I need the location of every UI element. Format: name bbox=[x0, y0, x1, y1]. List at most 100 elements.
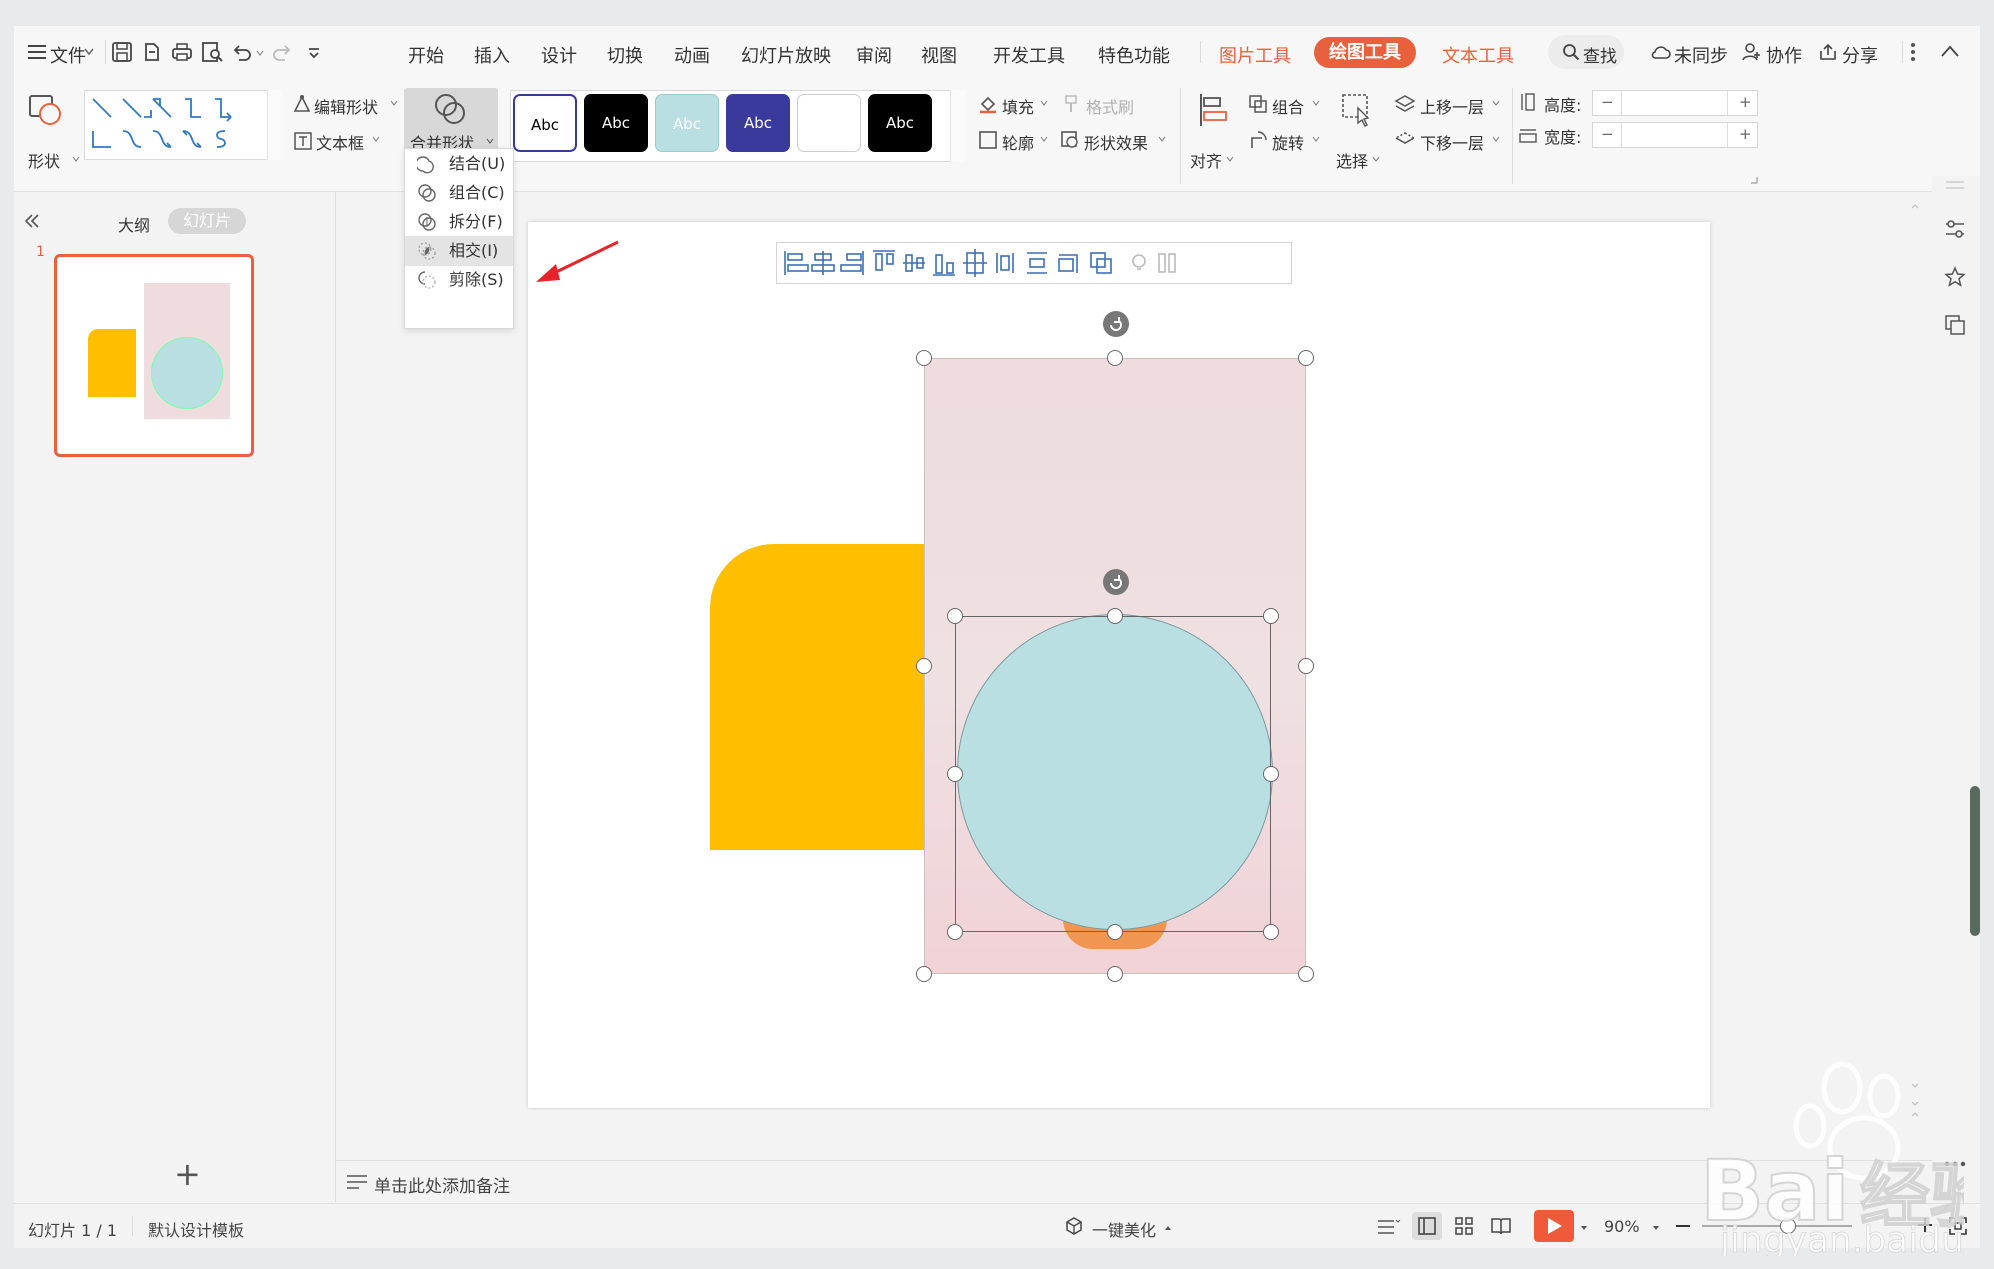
normal-view-button[interactable] bbox=[1412, 1212, 1442, 1240]
shape-effect-dropdown-icon[interactable] bbox=[1158, 136, 1166, 142]
line-shape-gallery[interactable] bbox=[84, 90, 282, 160]
output-icon[interactable] bbox=[140, 40, 164, 64]
reading-view-icon[interactable] bbox=[1490, 1216, 1512, 1236]
resize-handle[interactable] bbox=[947, 608, 963, 624]
tab-picture-tools[interactable]: 图片工具 bbox=[1219, 42, 1291, 68]
side-widget[interactable] bbox=[1970, 786, 1980, 936]
customize-toolbar-icon[interactable] bbox=[302, 40, 326, 64]
style-swatch-light-blue[interactable]: Abc bbox=[655, 94, 719, 152]
collapse-panel-icon[interactable] bbox=[24, 214, 40, 228]
rotate-button[interactable]: 旋转 bbox=[1272, 130, 1304, 154]
height-increment[interactable]: + bbox=[1739, 93, 1752, 111]
fit-window-icon[interactable] bbox=[1948, 1216, 1968, 1236]
hamburger-icon[interactable] bbox=[28, 44, 46, 60]
tab-view[interactable]: 视图 bbox=[921, 42, 957, 68]
sidebar-more-icon[interactable] bbox=[1944, 1160, 1966, 1168]
beautify-dropdown-icon[interactable] bbox=[1164, 1225, 1172, 1231]
merge-fragment-item[interactable]: 拆分(F) bbox=[405, 207, 513, 237]
zoom-in-icon[interactable] bbox=[1916, 1216, 1934, 1234]
gallery-scroll[interactable] bbox=[267, 90, 282, 160]
tab-outline[interactable]: 大纲 bbox=[118, 212, 150, 236]
notes-placeholder[interactable]: 单击此处添加备注 bbox=[374, 1172, 510, 1197]
notes-bar[interactable]: 单击此处添加备注 bbox=[336, 1160, 1932, 1202]
height-spinner[interactable]: − + bbox=[1592, 90, 1758, 116]
bring-forward-button[interactable]: 上移一层 bbox=[1420, 94, 1484, 118]
resize-handle[interactable] bbox=[1107, 350, 1123, 366]
add-slide-button[interactable]: + bbox=[174, 1158, 201, 1190]
slide-canvas[interactable] bbox=[528, 222, 1710, 1108]
print-icon[interactable] bbox=[170, 40, 194, 64]
properties-icon[interactable] bbox=[1944, 218, 1966, 240]
resize-handle[interactable] bbox=[947, 924, 963, 940]
tab-insert[interactable]: 插入 bbox=[474, 42, 510, 68]
align-dropdown-icon[interactable] bbox=[1226, 156, 1234, 162]
star-animation-icon[interactable] bbox=[1944, 266, 1966, 288]
slideshow-play-button[interactable] bbox=[1534, 1210, 1574, 1242]
bring-forward-dropdown-icon[interactable] bbox=[1492, 100, 1500, 106]
send-backward-dropdown-icon[interactable] bbox=[1492, 136, 1500, 142]
resize-handle[interactable] bbox=[1298, 658, 1314, 674]
resize-handle[interactable] bbox=[1107, 924, 1123, 940]
tab-slides[interactable]: 幻灯片 bbox=[168, 208, 246, 234]
merge-intersect-item[interactable]: 相交(I) bbox=[405, 236, 513, 266]
tab-design[interactable]: 设计 bbox=[541, 42, 577, 68]
save-icon[interactable] bbox=[110, 40, 134, 64]
resize-handle[interactable] bbox=[1263, 608, 1279, 624]
align-icon[interactable] bbox=[1198, 92, 1228, 128]
file-menu[interactable]: 文件 bbox=[50, 42, 86, 68]
tab-slideshow[interactable]: 幻灯片放映 bbox=[741, 42, 831, 68]
textbox-button[interactable]: 文本框 bbox=[316, 130, 364, 154]
zoom-level[interactable]: 90% bbox=[1604, 1217, 1640, 1236]
style-swatch-indigo[interactable]: Abc bbox=[726, 94, 790, 152]
send-backward-button[interactable]: 下移一层 bbox=[1420, 130, 1484, 154]
transition-icon[interactable] bbox=[1944, 314, 1966, 336]
resize-handle[interactable] bbox=[1263, 766, 1279, 782]
fill-dropdown-icon[interactable] bbox=[1040, 100, 1048, 106]
beautify-button[interactable]: 一键美化 bbox=[1092, 1217, 1156, 1241]
tab-drawing-tools[interactable]: 绘图工具 bbox=[1314, 37, 1416, 68]
shape-effect-button[interactable]: 形状效果 bbox=[1084, 130, 1148, 154]
group-button[interactable]: 组合 bbox=[1272, 94, 1304, 118]
zoom-out-icon[interactable] bbox=[1674, 1218, 1692, 1234]
edit-shape-dropdown-icon[interactable] bbox=[390, 100, 398, 106]
tab-special[interactable]: 特色功能 bbox=[1098, 42, 1170, 68]
undo-dropdown-icon[interactable] bbox=[256, 50, 264, 56]
style-swatch-black-2[interactable]: Abc bbox=[868, 94, 932, 152]
rotate-handle-icon[interactable] bbox=[1102, 568, 1130, 596]
resize-handle[interactable] bbox=[1107, 966, 1123, 982]
select-button[interactable]: 选择 bbox=[1336, 148, 1368, 172]
resize-handle[interactable] bbox=[916, 658, 932, 674]
print-preview-icon[interactable] bbox=[200, 40, 224, 64]
shape-dropdown-icon[interactable] bbox=[72, 156, 80, 162]
tab-text-tools[interactable]: 文本工具 bbox=[1442, 42, 1514, 68]
sync-status[interactable]: 未同步 bbox=[1674, 42, 1728, 68]
shape-button[interactable]: 形状 bbox=[28, 148, 60, 172]
zoom-slider-track[interactable] bbox=[1702, 1225, 1852, 1227]
size-dialog-launcher-icon[interactable] bbox=[1750, 176, 1758, 184]
width-decrement[interactable]: − bbox=[1601, 125, 1614, 143]
style-swatch-black[interactable]: Abc bbox=[584, 94, 648, 152]
resize-handle[interactable] bbox=[947, 766, 963, 782]
tab-home[interactable]: 开始 bbox=[408, 42, 444, 68]
tab-animation[interactable]: 动画 bbox=[674, 42, 710, 68]
slide-sorter-icon[interactable] bbox=[1454, 1216, 1474, 1236]
outline-button[interactable]: 轮廓 bbox=[1002, 130, 1034, 154]
merge-union-item[interactable]: 结合(U) bbox=[405, 149, 513, 179]
tab-developer[interactable]: 开发工具 bbox=[993, 42, 1065, 68]
undo-icon[interactable] bbox=[230, 40, 254, 64]
resize-handle[interactable] bbox=[1263, 924, 1279, 940]
canvas-scrollbar[interactable] bbox=[1908, 186, 1922, 1166]
style-gallery-scroll[interactable] bbox=[950, 90, 966, 162]
search-box[interactable]: 查找 bbox=[1548, 35, 1624, 69]
resize-handle[interactable] bbox=[1107, 608, 1123, 624]
select-icon[interactable] bbox=[1340, 92, 1374, 128]
rotate-handle-icon[interactable] bbox=[1102, 310, 1130, 338]
outline-dropdown-icon[interactable] bbox=[1040, 136, 1048, 142]
merge-combine-item[interactable]: 组合(C) bbox=[405, 178, 513, 208]
style-swatch-white-outline[interactable]: Abc bbox=[513, 94, 577, 152]
notes-toggle-icon[interactable] bbox=[1376, 1216, 1402, 1236]
edit-shape-button[interactable]: 编辑形状 bbox=[314, 94, 378, 118]
tab-transition[interactable]: 切换 bbox=[607, 42, 643, 68]
group-dropdown-icon[interactable] bbox=[1312, 100, 1320, 106]
fill-button[interactable]: 填充 bbox=[1002, 94, 1034, 118]
